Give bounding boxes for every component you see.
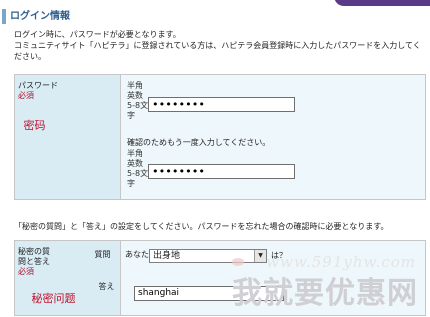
password-label: パスワード: [18, 81, 58, 90]
question-select-value: 出身地: [153, 251, 181, 261]
password-confirm-note: 確認のためもう一度入力してください。: [127, 138, 271, 147]
top-nav-tab: [334, 0, 430, 6]
password-table: パスワード 必須 密码 半角英数5-8文字 •••••••• 確認のためもう一度…: [14, 74, 426, 200]
password-confirm-input[interactable]: ••••••••: [148, 164, 295, 179]
secret-question-note: 「秘密の質問」と「答え」の設定をしてください。パスワードを忘れた場合の確認時に必…: [14, 222, 389, 231]
password-required-badge: 必須: [18, 91, 34, 100]
question-label: 質問: [94, 249, 111, 259]
watermark-dot-icon: [232, 258, 244, 266]
answer-label: 答え: [98, 281, 115, 291]
secret-required-badge: 必須: [18, 267, 34, 276]
secret-cn-annotation: 秘密问题: [31, 291, 76, 305]
password-confirm-hint: 半角英数5-8文字: [127, 149, 149, 188]
intro-line-2: コミュニティサイト「ハピテラ」に登録されている方は、ハピテラ会員登録時に入力した…: [14, 41, 421, 61]
question-select[interactable]: 出身地 ▼: [149, 249, 267, 263]
chevron-down-icon[interactable]: ▼: [254, 250, 266, 262]
intro-text: ログイン時に、パスワードが必要となります。 コミュニティサイト「ハピテラ」に登録…: [14, 29, 424, 62]
password-input[interactable]: ••••••••: [148, 97, 295, 112]
secret-label: 秘密の質問と答え: [18, 247, 50, 266]
password-hint: 半角英数5-8文字: [127, 81, 149, 120]
password-content-cell: 半角英数5-8文字 •••••••• 確認のためもう一度入力してください。 半角…: [120, 74, 426, 200]
section-heading: ログイン情報: [2, 9, 370, 24]
watermark-brand: 我就要优惠网: [232, 276, 418, 311]
password-cn-annotation: 密码: [23, 118, 46, 132]
watermark-url: www.591yhw.com: [266, 253, 416, 271]
secret-label-cell: 秘密の質問と答え 必須 秘密问题 質問 答え: [14, 240, 121, 316]
password-label-cell: パスワード 必須 密码: [14, 74, 121, 200]
intro-line-1: ログイン時に、パスワードが必要となります。: [14, 30, 181, 39]
